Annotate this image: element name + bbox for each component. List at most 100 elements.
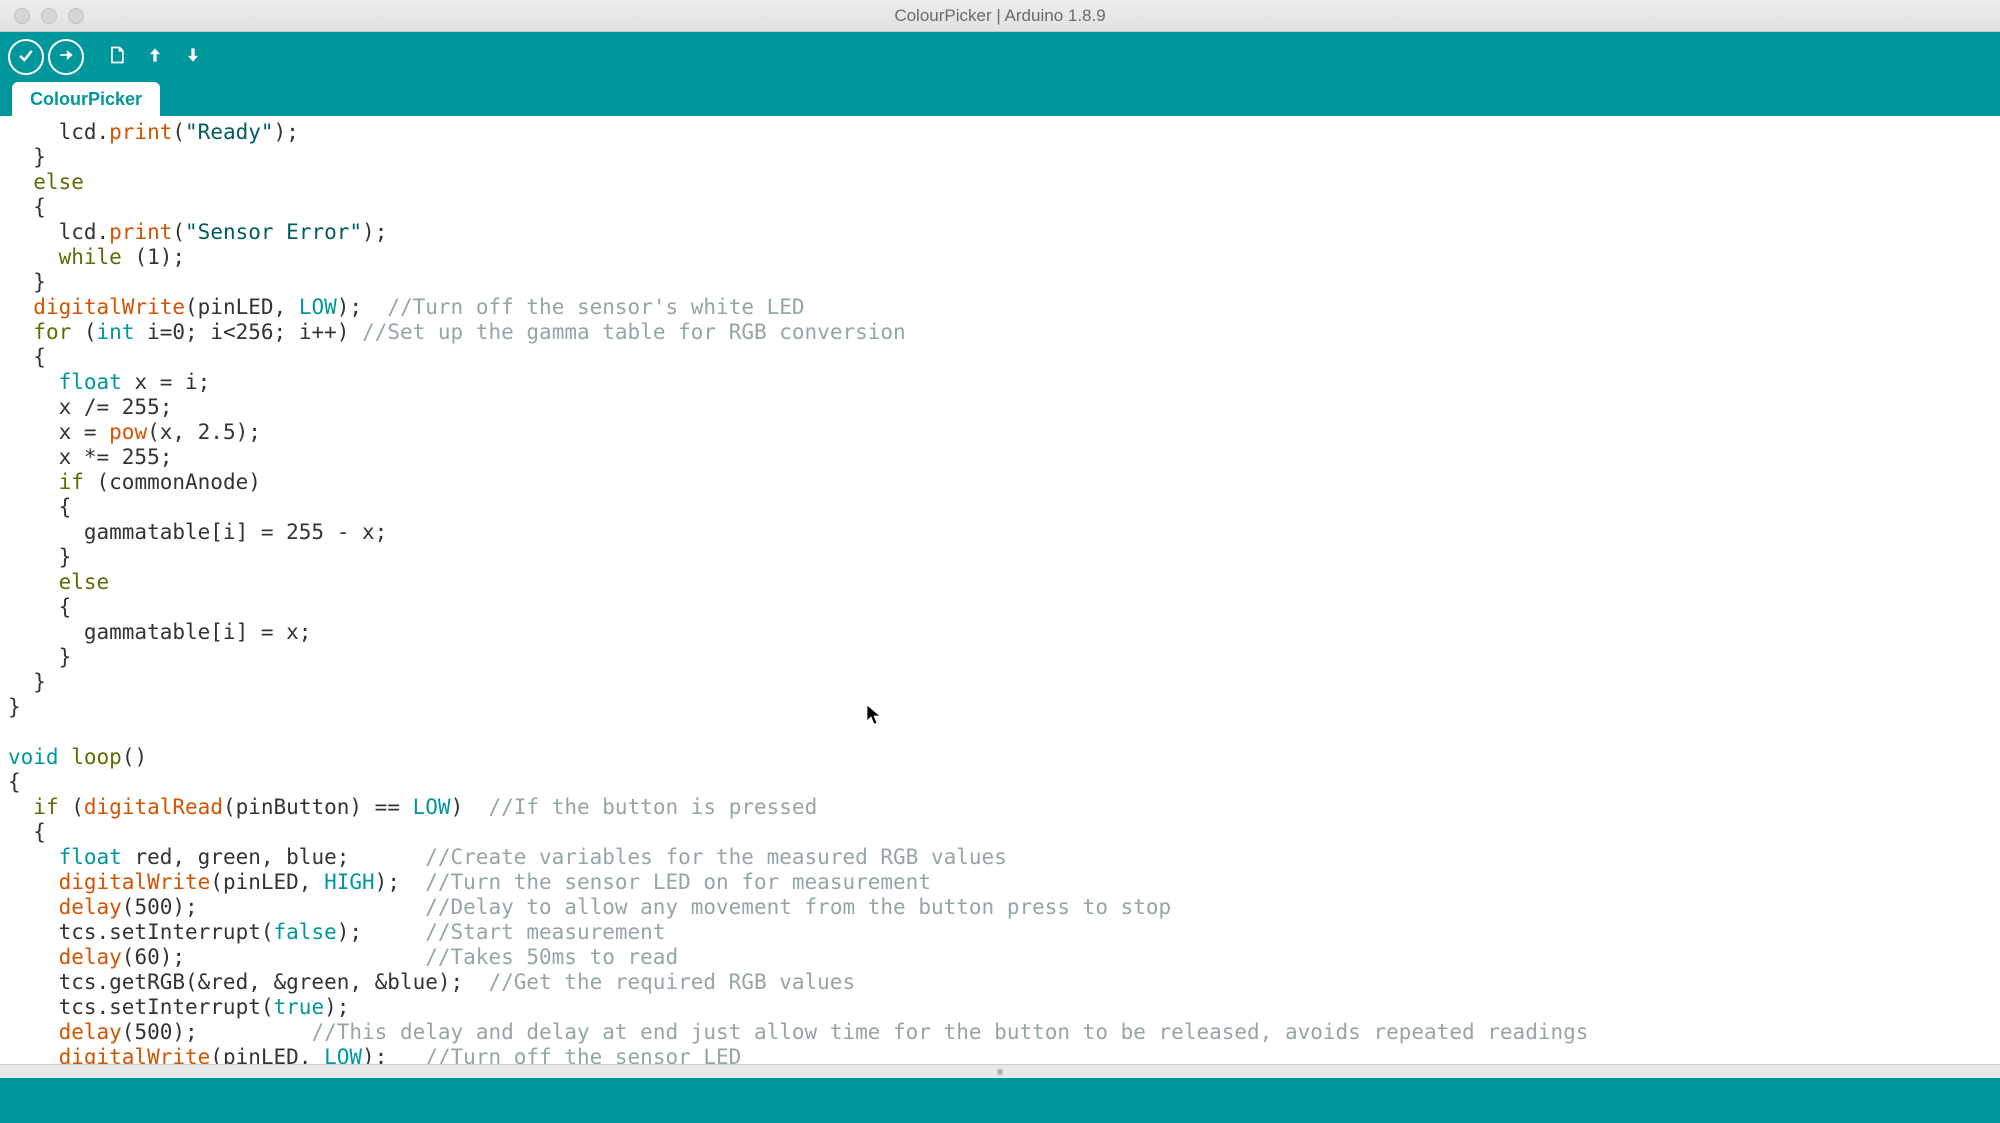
status-bar <box>0 1078 2000 1123</box>
check-icon <box>16 45 36 68</box>
code-text: (pinButton) == <box>223 795 413 819</box>
code-text: print <box>109 220 172 244</box>
code-text: red, green, blue; <box>122 845 425 869</box>
code-text: //Set up the gamma table for RGB convers… <box>362 320 906 344</box>
code-text: } <box>8 270 46 294</box>
code-text: } <box>8 645 71 669</box>
code-text: float <box>59 370 122 394</box>
code-text: { <box>8 495 71 519</box>
titlebar: ColourPicker | Arduino 1.8.9 <box>0 0 2000 32</box>
code-text: (pinLED, <box>210 1045 324 1064</box>
code-text: { <box>8 820 46 844</box>
code-text: tcs.setInterrupt( <box>8 920 274 944</box>
code-text: gammatable[i] = x; <box>8 620 311 644</box>
code-text: LOW <box>413 795 451 819</box>
code-text: x /= 255; <box>8 395 172 419</box>
code-text: while <box>59 245 122 269</box>
code-text <box>8 845 59 869</box>
code-text: (500); <box>122 895 425 919</box>
code-text: //Turn off the sensor's white LED <box>387 295 804 319</box>
code-text: ); <box>375 870 426 894</box>
minimize-traffic-icon[interactable] <box>41 8 57 24</box>
code-text <box>8 470 59 494</box>
code-text: ); <box>362 1045 425 1064</box>
tab-colourpicker[interactable]: ColourPicker <box>12 82 160 116</box>
code-text: else <box>8 170 84 194</box>
arrow-up-icon <box>145 45 165 68</box>
code-text: ); <box>337 295 388 319</box>
code-text: digitalWrite <box>59 870 211 894</box>
code-text <box>8 795 33 819</box>
tab-bar: ColourPicker <box>0 81 2000 116</box>
code-text: digitalWrite <box>33 295 185 319</box>
code-text: "Sensor Error" <box>185 220 362 244</box>
code-text: digitalWrite <box>59 1045 211 1064</box>
code-text <box>8 295 33 319</box>
code-text: { <box>8 595 71 619</box>
code-text: delay <box>59 1020 122 1044</box>
toolbar <box>0 32 2000 81</box>
code-text: LOW <box>324 1045 362 1064</box>
code-text: //This delay and delay at end just allow… <box>311 1020 1588 1044</box>
code-text: delay <box>59 945 122 969</box>
code-text: //Delay to allow any movement from the b… <box>425 895 1171 919</box>
zoom-traffic-icon[interactable] <box>68 8 84 24</box>
code-text: ( <box>172 120 185 144</box>
code-text <box>8 320 33 344</box>
code-text: true <box>274 995 325 1019</box>
code-text: { <box>8 195 46 219</box>
code-text: ); <box>362 220 387 244</box>
code-text: digitalRead <box>84 795 223 819</box>
code-text: () <box>122 745 147 769</box>
code-editor[interactable]: lcd.print("Ready"); } else { lcd.print("… <box>0 116 2000 1064</box>
code-text: false <box>274 920 337 944</box>
save-sketch-button[interactable] <box>176 40 210 74</box>
code-text: x = <box>8 420 109 444</box>
code-text: (x, 2.5); <box>147 420 261 444</box>
code-text: x *= 255; <box>8 445 172 469</box>
arduino-ide-window: ColourPicker | Arduino 1.8.9 <box>0 0 2000 1123</box>
code-text: loop <box>71 745 122 769</box>
code-text: } <box>8 545 71 569</box>
code-text: } <box>8 145 46 169</box>
code-text: pow <box>109 420 147 444</box>
upload-button[interactable] <box>48 39 84 75</box>
open-sketch-button[interactable] <box>138 40 172 74</box>
code-text <box>59 745 72 769</box>
code-text: //If the button is pressed <box>489 795 818 819</box>
traffic-lights <box>0 8 84 24</box>
file-icon <box>107 45 127 68</box>
code-text: (pinLED, <box>210 870 324 894</box>
code-text: { <box>8 770 21 794</box>
code-text: if <box>59 470 84 494</box>
code-text <box>8 1020 59 1044</box>
arrow-right-icon <box>56 45 76 68</box>
code-text: //Start measurement <box>425 920 665 944</box>
code-text: //Turn the sensor LED on for measurement <box>425 870 931 894</box>
resize-dot-icon[interactable] <box>997 1069 1003 1075</box>
code-text: LOW <box>299 295 337 319</box>
code-text: else <box>8 570 109 594</box>
new-sketch-button[interactable] <box>100 40 134 74</box>
code-text: print <box>109 120 172 144</box>
code-text: delay <box>59 895 122 919</box>
code-text: //Get the required RGB values <box>488 970 855 994</box>
code-text: for <box>33 320 71 344</box>
code-text: (60); <box>122 945 425 969</box>
code-text <box>8 1045 59 1064</box>
code-text <box>8 870 59 894</box>
editor-footer <box>0 1064 2000 1078</box>
code-text: HIGH <box>324 870 375 894</box>
verify-button[interactable] <box>8 39 44 75</box>
code-text: (500); <box>122 1020 312 1044</box>
code-text <box>8 945 59 969</box>
code-text: (1); <box>122 245 185 269</box>
code-text: int <box>97 320 135 344</box>
close-traffic-icon[interactable] <box>14 8 30 24</box>
code-text: gammatable[i] = 255 - x; <box>8 520 387 544</box>
code-text: //Takes 50ms to read <box>425 945 678 969</box>
code-text: lcd. <box>8 120 109 144</box>
arrow-down-icon <box>183 45 203 68</box>
code-text: { <box>8 345 46 369</box>
code-text: lcd. <box>8 220 109 244</box>
